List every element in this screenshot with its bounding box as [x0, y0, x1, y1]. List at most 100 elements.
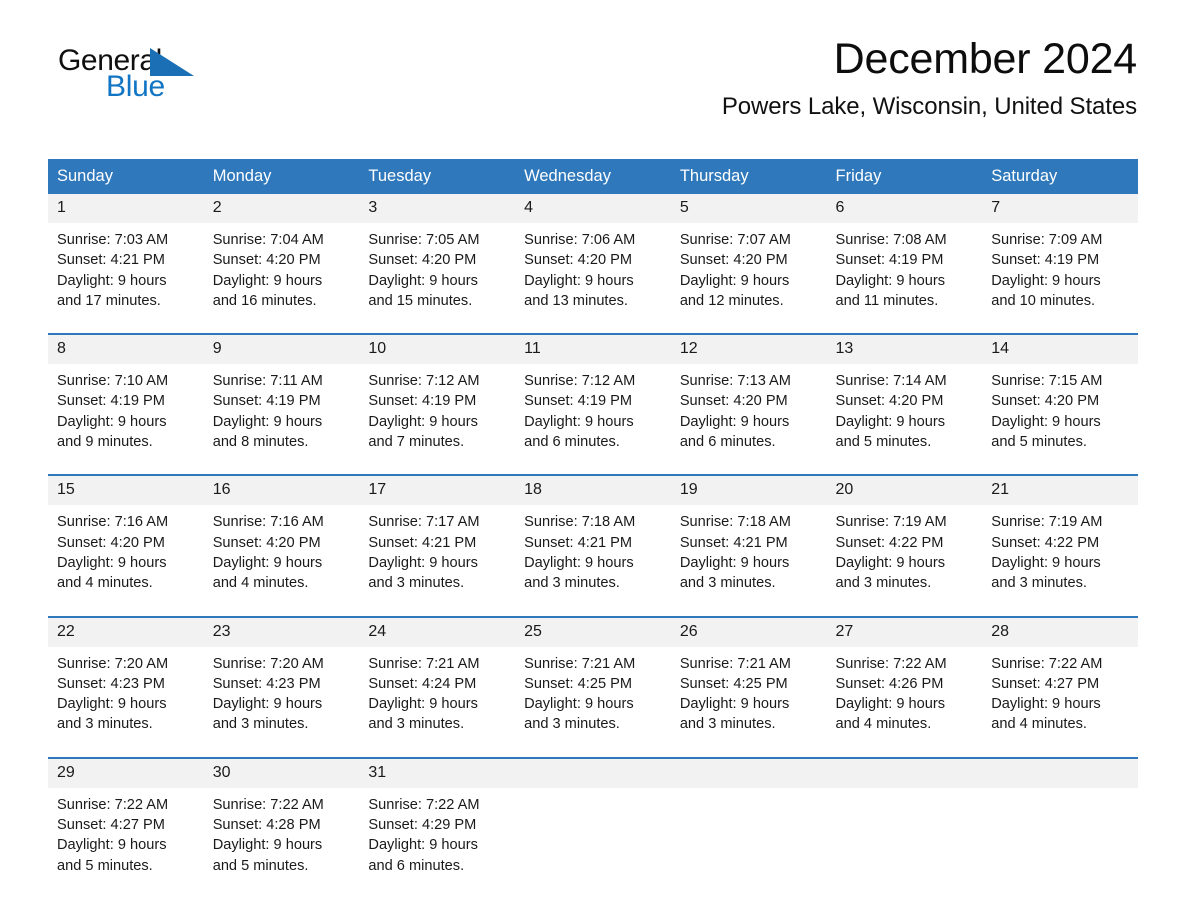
day-number-cell[interactable]: 31 — [359, 756, 516, 788]
day-number-cell[interactable]: 19 — [670, 474, 827, 506]
day-number-cell[interactable]: 12 — [670, 333, 827, 365]
sunrise-text: Sunrise: 7:13 AM — [679, 373, 791, 390]
day-detail-cell[interactable]: Sunrise: 7:19 AM Sunset: 4:22 PM Daylight:… — [826, 505, 983, 617]
day-number-cell[interactable]: 3 — [359, 194, 516, 223]
day-number-cell[interactable]: 25 — [515, 615, 671, 647]
day-number-cell[interactable]: 22 — [48, 615, 204, 647]
daylight-text-line1: Daylight: 9 hours — [368, 413, 478, 430]
day-detail-cell[interactable]: Sunrise: 7:03 AM Sunset: 4:21 PM Daylight:… — [48, 223, 204, 335]
day-detail-cell[interactable]: Sunrise: 7:17 AM Sunset: 4:21 PM Daylight:… — [359, 505, 516, 617]
day-detail-cell[interactable]: Sunrise: 7:06 AM Sunset: 4:20 PM Daylight:… — [515, 223, 671, 335]
day-detail-cell[interactable]: Sunrise: 7:22 AM Sunset: 4:26 PM Daylight:… — [826, 646, 983, 758]
day-detail-cell[interactable]: Sunrise: 7:16 AM Sunset: 4:20 PM Daylight:… — [48, 505, 204, 617]
daylight-text-line2: and 10 minutes. — [991, 292, 1096, 309]
day-number-cell[interactable]: 26 — [670, 615, 827, 647]
daylight-text-line2: and 4 minutes. — [57, 575, 153, 592]
day-detail-cell[interactable]: Sunrise: 7:05 AM Sunset: 4:20 PM Daylight:… — [359, 223, 516, 335]
day-number-cell[interactable]: 6 — [826, 194, 983, 223]
daylight-text-line1: Daylight: 9 hours — [991, 696, 1101, 713]
day-detail-cell[interactable]: Sunrise: 7:15 AM Sunset: 4:20 PM Daylight:… — [982, 364, 1138, 476]
day-number-cell[interactable]: 14 — [982, 333, 1138, 365]
daylight-text-line2: and 16 minutes. — [212, 292, 317, 309]
day-detail-cell[interactable]: Sunrise: 7:21 AM Sunset: 4:25 PM Daylight:… — [515, 646, 671, 758]
day-number-cell[interactable]: 4 — [515, 194, 671, 223]
day-detail-cell[interactable]: Sunrise: 7:20 AM Sunset: 4:23 PM Daylight:… — [203, 646, 360, 758]
day-detail-cell[interactable]: Sunrise: 7:09 AM Sunset: 4:19 PM Daylight:… — [982, 223, 1138, 335]
sunrise-text: Sunrise: 7:22 AM — [835, 655, 947, 672]
day-detail-cell[interactable]: Sunrise: 7:22 AM Sunset: 4:28 PM Daylight:… — [203, 787, 360, 898]
day-detail-cell[interactable]: Sunrise: 7:12 AM Sunset: 4:19 PM Daylight:… — [359, 364, 516, 476]
day-detail-cell[interactable]: Sunrise: 7:20 AM Sunset: 4:23 PM Daylight:… — [48, 646, 204, 758]
daylight-text-line2: and 3 minutes. — [368, 575, 465, 592]
day-detail-cell[interactable]: Sunrise: 7:10 AM Sunset: 4:19 PM Daylight:… — [48, 364, 204, 476]
weekday-header-saturday: Saturday — [982, 159, 1138, 194]
day-number-cell[interactable]: 16 — [203, 474, 360, 506]
day-number-cell[interactable]: 7 — [982, 194, 1138, 223]
day-number-cell[interactable]: 18 — [515, 474, 671, 506]
week-daynumber-row: 15 16 17 18 19 20 21 — [48, 474, 1138, 506]
day-number-cell[interactable]: 20 — [826, 474, 983, 506]
day-number-cell[interactable]: 27 — [826, 615, 983, 647]
day-number-cell[interactable]: 21 — [982, 474, 1138, 506]
day-detail-cell[interactable]: Sunrise: 7:11 AM Sunset: 4:19 PM Daylight:… — [203, 364, 360, 476]
day-number-cell[interactable]: 15 — [48, 474, 204, 506]
day-number-cell[interactable]: 30 — [203, 756, 360, 788]
daylight-text-line2: and 3 minutes. — [679, 575, 776, 592]
day-detail-cell[interactable]: Sunrise: 7:14 AM Sunset: 4:20 PM Daylight:… — [826, 364, 983, 476]
sunset-text: Sunset: 4:20 PM — [991, 393, 1100, 410]
day-detail-cell[interactable]: Sunrise: 7:16 AM Sunset: 4:20 PM Daylight:… — [203, 505, 360, 617]
day-detail-cell[interactable]: Sunrise: 7:12 AM Sunset: 4:19 PM Daylight:… — [515, 364, 671, 476]
sunrise-text: Sunrise: 7:22 AM — [212, 796, 324, 813]
daylight-text-line2: and 3 minutes. — [524, 575, 620, 592]
sunset-text: Sunset: 4:27 PM — [57, 817, 165, 834]
day-number-cell[interactable]: 28 — [982, 615, 1138, 647]
daylight-text-line1: Daylight: 9 hours — [368, 696, 478, 713]
day-number-cell[interactable]: 1 — [48, 194, 204, 223]
title-block: December 2024 Powers Lake, Wisconsin, Un… — [722, 34, 1137, 121]
day-number-cell[interactable]: 11 — [515, 333, 671, 365]
empty-cell-filler — [991, 835, 1126, 855]
week-detail-row: Sunrise: 7:03 AM Sunset: 4:21 PM Daylight:… — [48, 223, 1138, 335]
day-number-cell[interactable]: 13 — [826, 333, 983, 365]
day-detail-cell[interactable]: Sunrise: 7:07 AM Sunset: 4:20 PM Daylight:… — [670, 223, 827, 335]
daylight-text-line1: Daylight: 9 hours — [679, 413, 790, 430]
day-number-cell[interactable]: 24 — [359, 615, 516, 647]
day-detail-cell[interactable]: Sunrise: 7:13 AM Sunset: 4:20 PM Daylight:… — [670, 364, 827, 476]
sunset-text: Sunset: 4:25 PM — [524, 675, 633, 692]
day-number-cell[interactable]: 8 — [48, 333, 204, 365]
daylight-text-line2: and 4 minutes. — [991, 716, 1087, 733]
day-detail-cell[interactable]: Sunrise: 7:04 AM Sunset: 4:20 PM Daylight:… — [203, 223, 360, 335]
day-detail-cell[interactable]: Sunrise: 7:22 AM Sunset: 4:27 PM Daylight:… — [982, 646, 1138, 758]
daylight-text-line2: and 9 minutes. — [57, 434, 153, 451]
empty-cell-filler — [836, 856, 971, 876]
weekday-header-monday: Monday — [203, 159, 360, 194]
sunrise-text: Sunrise: 7:19 AM — [835, 514, 947, 531]
day-number-cell[interactable]: 9 — [203, 333, 360, 365]
calendar-page: General Blue December 2024 Powers Lake, … — [0, 0, 1188, 918]
day-detail-cell[interactable]: Sunrise: 7:08 AM Sunset: 4:19 PM Daylight:… — [826, 223, 983, 335]
day-detail-cell[interactable]: Sunrise: 7:22 AM Sunset: 4:27 PM Daylight:… — [48, 787, 204, 898]
day-number-cell[interactable]: 29 — [48, 756, 204, 788]
weekday-header-friday: Friday — [826, 159, 983, 194]
day-number-cell[interactable]: 10 — [359, 333, 516, 365]
day-number-cell[interactable]: 2 — [203, 194, 360, 223]
day-number-cell[interactable]: 17 — [359, 474, 516, 506]
day-detail-cell[interactable]: Sunrise: 7:18 AM Sunset: 4:21 PM Daylight:… — [670, 505, 827, 617]
day-detail-cell[interactable]: Sunrise: 7:21 AM Sunset: 4:24 PM Daylight:… — [359, 646, 516, 758]
day-detail-cell[interactable]: Sunrise: 7:22 AM Sunset: 4:29 PM Daylight:… — [359, 787, 516, 898]
day-number-cell[interactable]: 5 — [670, 194, 827, 223]
day-detail-cell[interactable]: Sunrise: 7:18 AM Sunset: 4:21 PM Daylight:… — [515, 505, 671, 617]
sunset-text: Sunset: 4:19 PM — [524, 393, 633, 410]
day-detail-cell[interactable]: Sunrise: 7:21 AM Sunset: 4:25 PM Daylight:… — [670, 646, 827, 758]
daylight-text-line2: and 8 minutes. — [212, 434, 309, 451]
daylight-text-line2: and 3 minutes. — [679, 716, 776, 733]
sunset-text: Sunset: 4:26 PM — [835, 675, 944, 692]
weekday-header-sunday: Sunday — [48, 159, 204, 194]
day-detail-cell[interactable]: Sunrise: 7:19 AM Sunset: 4:22 PM Daylight:… — [982, 505, 1138, 617]
sunrise-text: Sunrise: 7:16 AM — [212, 514, 324, 531]
general-blue-logo[interactable]: General Blue — [48, 44, 208, 106]
empty-cell-filler — [836, 835, 971, 855]
daylight-text-line1: Daylight: 9 hours — [679, 554, 790, 571]
day-number-cell[interactable]: 23 — [203, 615, 360, 647]
empty-cell-filler — [680, 815, 815, 835]
